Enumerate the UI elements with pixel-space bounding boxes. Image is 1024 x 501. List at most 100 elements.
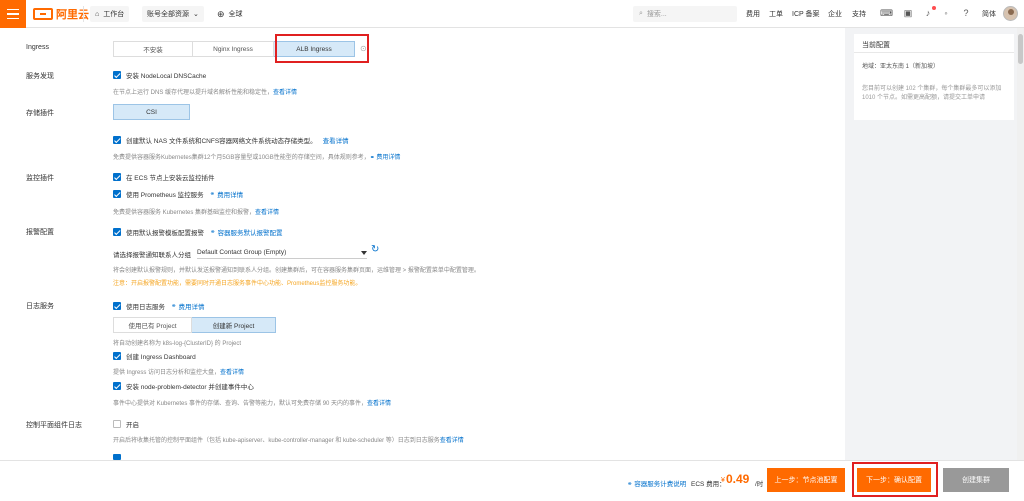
pricing-link-group[interactable]: ⚭ 容器服务计费说明 — [627, 478, 686, 488]
cluster-config-form: Ingress 不安装 Nginx Ingress ALB Ingress ⊙ … — [0, 28, 845, 460]
globe-icon: ⊕ — [217, 8, 225, 19]
storage-fee-link[interactable]: 费用详情 — [376, 155, 400, 161]
control-plane-log-hint: 开启后将收集托管的控制平面组件（包括 kube-apiserver、kube-c… — [113, 438, 464, 444]
logging-label: 日志服务 — [26, 303, 54, 310]
storage-hint: 免费提供容器服务Kubernetes集群12个月5GB容量型或10GB性能型的存… — [113, 155, 401, 161]
prev-step-button[interactable]: 上一步：节点池配置 — [767, 468, 845, 492]
checkbox-checked-icon — [113, 228, 121, 236]
menu-icon[interactable] — [0, 0, 26, 28]
nas-default-checkbox[interactable]: 创建默认 NAS 文件系统和CNFS容器网络文件系统动态存储类型。 查看详情 — [113, 135, 349, 145]
create-cluster-button[interactable]: 创建集群 — [943, 468, 1009, 492]
terminal-icon[interactable]: ⌨ — [880, 8, 893, 18]
control-plane-log-checkbox[interactable]: 开启 — [113, 419, 139, 429]
home-icon: ⌂ — [95, 10, 100, 18]
link-icon: ⚭ — [210, 229, 216, 236]
current-config-panel: 当前配置 地域：亚太东南 1（新加坡） 您目前可以创建 102 个集群，每个集群… — [854, 34, 1014, 120]
checkbox-unchecked-icon — [113, 420, 121, 428]
ingress-dashboard-checkbox[interactable]: 创建 Ingress Dashboard — [113, 351, 196, 361]
checkbox-checked-icon — [113, 302, 121, 310]
current-config-title: 当前配置 — [862, 42, 890, 49]
log-service-checkbox[interactable]: 使用日志服务 ⚭ 费用详情 — [113, 301, 204, 311]
nav-tickets[interactable]: 工单 — [769, 9, 783, 19]
quota-note: 您目前可以创建 102 个集群，每个集群最多可以添加 1010 个节点。如需更高… — [862, 86, 1002, 101]
nodelocal-dns-checkbox[interactable]: 安装 NodeLocal DNSCache — [113, 70, 206, 80]
storage-option-csi[interactable]: CSI — [113, 104, 190, 120]
checkbox-checked-icon — [113, 190, 121, 198]
control-plane-log-label: 控制平面组件日志 — [26, 422, 82, 429]
alerting-note: 注意：开启报警配置功能，需要同时开通日志服务事件中心功能、Prometheus监… — [113, 281, 362, 287]
chevron-down-icon: ⌄ — [193, 11, 199, 18]
top-navbar: 阿里云 ⌂ 工作台 账号全部资源 ⌄ ⊕ 全球 ⌕ 搜索... 费用 工单 IC… — [0, 0, 1024, 28]
service-discovery-details-link[interactable]: 查看详情 — [273, 90, 297, 96]
monitoring-hint: 免费提供容器服务 Kubernetes 集群基础监控和报警，查看详情 — [113, 210, 280, 216]
link-icon: ⚭ — [209, 191, 216, 198]
log-fee-link[interactable]: 费用详情 — [178, 301, 204, 311]
ingress-option-nginx[interactable]: Nginx Ingress — [193, 41, 274, 57]
service-discovery-hint: 在节点上运行 DNS 缓存代理以提升域名解析性能和稳定性，查看详情 — [113, 90, 298, 96]
contact-group-select[interactable]: Default Contact Group (Empty) — [197, 247, 367, 259]
price-value: 0.49 — [726, 472, 750, 486]
storage-details-link[interactable]: 查看详情 — [323, 135, 349, 145]
image-icon[interactable]: ▣ — [903, 8, 913, 18]
monitoring-label: 监控插件 — [26, 175, 54, 182]
checkbox-checked-icon — [113, 173, 121, 181]
checkbox-checked-icon — [113, 71, 121, 79]
checkbox-checked-icon — [113, 382, 121, 390]
divider — [83, 6, 84, 22]
alerting-label: 报警配置 — [26, 229, 54, 236]
ecs-cloudmonitor-checkbox[interactable]: 在 ECS 节点上安装云监控插件 — [113, 172, 214, 182]
project-selector: 使用已有 Project 创建新 Project — [113, 317, 276, 333]
link-icon: ⚭ — [627, 481, 633, 488]
account-resources-dropdown[interactable]: 账号全部资源 ⌄ — [142, 6, 204, 22]
npd-hint: 事件中心提供对 Kubernetes 事件的存储、查询、告警等能力，默认可免费存… — [113, 401, 392, 407]
nav-billing[interactable]: 费用 — [746, 9, 760, 19]
npd-details-link[interactable]: 查看详情 — [367, 401, 391, 407]
bell-icon[interactable]: ♪ — [923, 8, 933, 18]
nav-enterprise[interactable]: 企业 — [828, 9, 842, 19]
avatar[interactable] — [1003, 6, 1018, 21]
project-option-new[interactable]: 创建新 Project — [192, 317, 276, 333]
default-alert-checkbox[interactable]: 使用默认报警模板配置报警 ⚭ 容器服务默认报警配置 — [113, 227, 282, 237]
language-switch[interactable]: 简体 — [982, 9, 996, 19]
service-discovery-label: 服务发现 — [26, 73, 54, 80]
search-input[interactable]: ⌕ 搜索... — [633, 6, 737, 22]
monitoring-details-link[interactable]: 查看详情 — [255, 210, 279, 216]
checkbox-checked-icon — [113, 136, 121, 144]
aliyun-logo[interactable]: 阿里云 — [33, 7, 89, 21]
next-step-highlight-box — [852, 462, 938, 497]
help-icon[interactable]: ? — [961, 8, 971, 18]
notification-badge — [932, 6, 936, 10]
region-selector[interactable]: ⊕ 全球 — [212, 6, 248, 22]
contact-group-label: 请选择报警通知联系人分组 — [113, 252, 191, 259]
current-region: 地域：亚太东南 1（新加坡） — [862, 64, 940, 70]
project-hint: 将自动创建名称为 k8s-log-{ClusterID} 的 Project — [113, 341, 242, 347]
project-option-existing[interactable]: 使用已有 Project — [113, 317, 192, 333]
scrollbar[interactable] — [1017, 28, 1024, 460]
dashboard-hint: 提供 Ingress 访问日志分析和监控大盘，查看详情 — [113, 370, 245, 376]
price-unit: /时 — [755, 481, 764, 488]
checkbox-checked-icon — [113, 352, 121, 360]
nav-support[interactable]: 支持 — [852, 9, 866, 19]
lightbulb-icon[interactable]: ◦ — [941, 8, 951, 18]
scrollbar-thumb[interactable] — [1018, 34, 1023, 64]
workbench-button[interactable]: ⌂ 工作台 — [90, 6, 130, 22]
ingress-highlight-box — [275, 34, 369, 63]
currency-symbol: ¥ — [721, 477, 725, 484]
alerting-hint: 将会创建默认报警规则，并默认发送报警通知到联系人分组。创建集群后，可在容器服务集… — [113, 268, 480, 274]
control-plane-details-link[interactable]: 查看详情 — [440, 438, 464, 444]
divider — [854, 52, 1014, 53]
prometheus-checkbox[interactable]: 使用 Prometheus 监控服务 ⚭ 费用详情 — [113, 189, 243, 199]
dashboard-details-link[interactable]: 查看详情 — [220, 370, 244, 376]
search-icon: ⌕ — [639, 10, 643, 17]
refresh-icon[interactable]: ↻ — [371, 244, 379, 255]
logo-mark-icon — [33, 8, 53, 20]
pricing-link[interactable]: 容器服务计费说明 — [634, 481, 686, 488]
alert-config-link[interactable]: 容器服务默认报警配置 — [217, 227, 282, 237]
caret-down-icon — [361, 250, 367, 255]
link-icon: ⚭ — [171, 303, 177, 310]
ingress-option-none[interactable]: 不安装 — [113, 41, 193, 57]
storage-label: 存储插件 — [26, 110, 54, 117]
prometheus-fee-link[interactable]: 费用详情 — [217, 189, 243, 199]
npd-checkbox[interactable]: 安装 node-problem-detector 并创建事件中心 — [113, 381, 254, 391]
nav-icp[interactable]: ICP 备案 — [792, 9, 820, 19]
